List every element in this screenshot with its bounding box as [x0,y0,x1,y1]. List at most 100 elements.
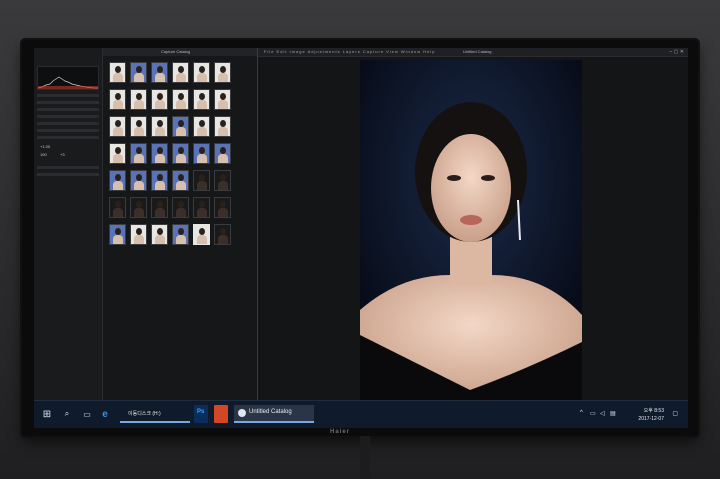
section-bar[interactable] [37,122,99,125]
thumbnail-subject-body [197,100,207,109]
thumbnail[interactable] [130,197,147,218]
thumbnail[interactable] [172,170,189,191]
thumbnail[interactable] [214,170,231,191]
thumbnail-subject-body [197,208,207,217]
thumbnail-subject-head [220,93,226,100]
thumbnail[interactable] [151,116,168,137]
monitor: +1.00 100 +3 Capture Catalog File Edit I… [22,40,698,436]
thumbnail[interactable] [130,224,147,245]
thumbnail[interactable] [130,170,147,191]
thumbnail[interactable] [193,116,210,137]
photoshop-icon[interactable]: Ps [194,405,208,423]
section-bar[interactable] [37,101,99,104]
thumbnail-subject-body [176,181,186,190]
thumbnail-browser: Capture Catalog [103,48,258,400]
thumbnail[interactable] [172,224,189,245]
thumbnail-subject-body [113,127,123,136]
thumbnail[interactable] [109,197,126,218]
taskbar-drive-button[interactable]: 이동디스크 (H:) [120,405,190,423]
clock[interactable]: 오후 8:53 2017-12-07 [638,407,664,423]
thumbnail[interactable] [214,143,231,164]
thumbnail[interactable] [151,170,168,191]
thumbnail[interactable] [193,89,210,110]
thumbnail[interactable] [109,116,126,137]
thumbnail-subject-body [155,73,165,82]
network-icon[interactable]: ▭ [590,410,596,417]
thumbnail-subject-body [134,73,144,82]
thumbnail-subject-head [199,120,205,127]
task-view-icon[interactable]: ▭ [80,407,94,421]
thumbnail[interactable] [151,224,168,245]
thumbnail[interactable] [151,62,168,83]
thumbnail[interactable] [193,143,210,164]
thumbnail-subject-head [157,66,163,73]
thumbnail-subject-body [218,181,228,190]
edge-browser-icon[interactable]: e [98,407,112,421]
thumbnail-subject-body [155,181,165,190]
thumbnail[interactable] [151,89,168,110]
section-bar[interactable] [37,136,99,139]
thumbnail[interactable] [214,197,231,218]
thumbnail-subject-head [199,147,205,154]
thumbnail[interactable] [151,143,168,164]
thumbnail-subject-body [113,73,123,82]
thumbnail[interactable] [109,62,126,83]
viewer-title: Untitled Catalog [463,49,492,54]
thumbnail[interactable] [130,143,147,164]
thumbnail-subject-head [220,66,226,73]
thumbnail[interactable] [172,143,189,164]
monitor-brand: Haier [330,429,351,435]
thumbnail-subject-body [218,235,228,244]
section-bar[interactable] [37,94,99,97]
thumbnail-subject-body [134,181,144,190]
contrast-value: +3 [60,152,65,157]
thumbnail[interactable] [109,89,126,110]
thumbnail-subject-head [115,93,121,100]
thumbnail[interactable] [151,197,168,218]
thumbnail[interactable] [109,143,126,164]
thumbnail[interactable] [214,224,231,245]
thumbnail[interactable] [214,62,231,83]
capture-one-catalog-button[interactable]: Untitled Catalog [234,405,314,423]
thumbnail[interactable] [214,89,231,110]
thumbnail[interactable] [109,170,126,191]
window-controls[interactable]: – ▢ ✕ [670,49,684,55]
thumbnail[interactable] [214,116,231,137]
thumbnail[interactable] [172,197,189,218]
thumbnail[interactable] [172,62,189,83]
office-icon[interactable] [214,405,228,423]
volume-icon[interactable]: ◁ [600,410,605,417]
section-bar[interactable] [37,115,99,118]
up-arrow-icon[interactable]: ^ [580,410,583,416]
section-bar[interactable] [37,129,99,132]
thumbnail-subject-head [157,93,163,100]
clock-date: 2017-12-07 [638,416,664,422]
tools-panel: +1.00 100 +3 [34,48,103,400]
section-bar[interactable] [37,173,99,176]
windows-start-icon[interactable]: ⊞ [40,407,54,421]
section-bar[interactable] [37,166,99,169]
thumbnail-subject-head [199,228,205,235]
thumbnail-subject-body [218,208,228,217]
thumbnail[interactable] [130,62,147,83]
thumbnail[interactable] [130,116,147,137]
menu-bar[interactable]: File Edit Image Adjustments Layers Captu… [264,49,435,54]
thumbnail-subject-head [178,228,184,235]
thumbnail[interactable] [130,89,147,110]
thumbnail[interactable] [172,116,189,137]
thumbnail-subject-head [220,147,226,154]
search-icon[interactable]: ⌕ [60,407,74,421]
thumbnail[interactable] [193,62,210,83]
thumbnail[interactable] [193,224,210,245]
screen: +1.00 100 +3 Capture Catalog File Edit I… [34,48,688,428]
thumbnail[interactable] [172,89,189,110]
thumbnail-subject-body [176,235,186,244]
notification-icon[interactable]: ▢ [672,410,678,417]
section-bar[interactable] [37,108,99,111]
thumbnail[interactable] [109,224,126,245]
monitor-stand [360,436,370,479]
thumbnail[interactable] [193,170,210,191]
thumbnail-subject-head [178,201,184,208]
thumbnail[interactable] [193,197,210,218]
keyboard-icon[interactable]: ▤ [610,410,616,417]
